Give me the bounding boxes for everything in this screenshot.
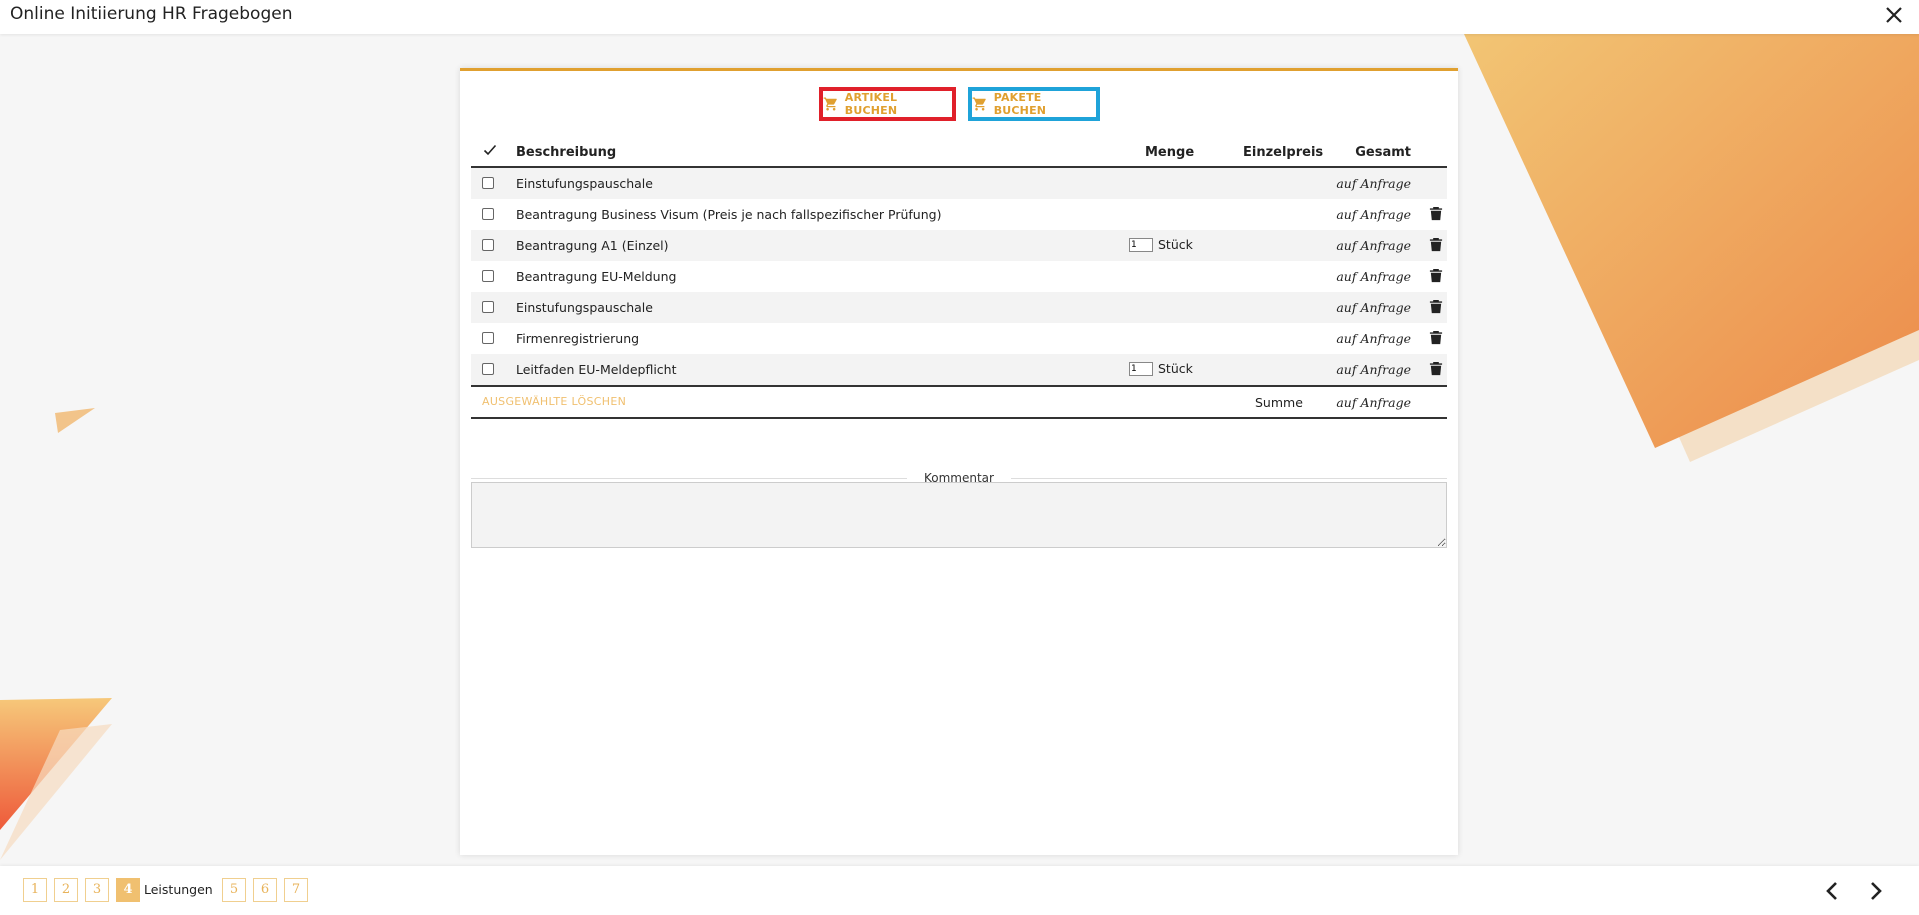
row-description: Leitfaden EU-Meldepflicht xyxy=(516,362,677,377)
row-checkbox[interactable] xyxy=(482,239,494,251)
trash-icon[interactable] xyxy=(1429,268,1443,283)
table-row: Einstufungspauschale auf Anfrage xyxy=(471,168,1447,199)
row-total: auf Anfrage xyxy=(1336,300,1411,315)
chevron-right-icon[interactable] xyxy=(1864,880,1886,902)
cart-icon xyxy=(972,97,986,111)
sum-row: AUSGEWÄHLTE LÖSCHEN Summe auf Anfrage xyxy=(471,385,1447,419)
row-total: auf Anfrage xyxy=(1336,207,1411,222)
quantity-input[interactable] xyxy=(1129,361,1153,376)
trash-icon[interactable] xyxy=(1429,299,1443,314)
row-description: Beantragung Business Visum (Preis je nac… xyxy=(516,207,942,222)
row-description: Einstufungspauschale xyxy=(516,300,653,315)
page-4-button[interactable]: 4 xyxy=(116,878,140,902)
pakete-buchen-label: PAKETE BUCHEN xyxy=(993,91,1047,117)
main-panel: ARTIKEL BUCHEN PAKETE BUCHEN Beschreibun… xyxy=(460,68,1458,855)
sum-label: Summe xyxy=(1255,395,1303,410)
header-beschreibung: Beschreibung xyxy=(516,145,617,160)
page-6-button[interactable]: 6 xyxy=(253,878,277,902)
row-description: Einstufungspauschale xyxy=(516,176,653,191)
row-total: auf Anfrage xyxy=(1336,331,1411,346)
page-5-button[interactable]: 5 xyxy=(222,878,246,902)
row-checkbox[interactable] xyxy=(482,301,494,313)
row-total: auf Anfrage xyxy=(1336,362,1411,377)
row-total: auf Anfrage xyxy=(1336,269,1411,284)
page-1-button[interactable]: 1 xyxy=(23,878,47,902)
sum-value: auf Anfrage xyxy=(1336,395,1411,410)
row-checkbox[interactable] xyxy=(482,332,494,344)
table-row: Beantragung EU-Meldung auf Anfrage xyxy=(471,261,1447,292)
close-icon[interactable] xyxy=(1883,4,1905,26)
booking-buttons: ARTIKEL BUCHEN PAKETE BUCHEN xyxy=(460,87,1458,127)
header-einzelpreis: Einzelpreis xyxy=(1243,145,1324,160)
row-unit: Stück xyxy=(1158,237,1193,252)
items-table: Beschreibung Menge Einzelpreis Gesamt Ei… xyxy=(471,136,1447,419)
trash-icon[interactable] xyxy=(1429,206,1443,221)
pakete-buchen-button[interactable]: PAKETE BUCHEN xyxy=(968,87,1100,121)
row-total: auf Anfrage xyxy=(1336,238,1411,253)
row-checkbox[interactable] xyxy=(482,208,494,220)
table-row: Beantragung A1 (Einzel) Stück auf Anfrag… xyxy=(471,230,1447,261)
table-row: Firmenregistrierung auf Anfrage xyxy=(471,323,1447,354)
cart-icon xyxy=(823,97,837,111)
artikel-buchen-button[interactable]: ARTIKEL BUCHEN xyxy=(819,87,956,121)
row-description: Beantragung EU-Meldung xyxy=(516,269,677,284)
footer-pagination: 1 2 3 4 Leistungen 5 6 7 xyxy=(0,866,1919,915)
header-menge: Menge xyxy=(1145,145,1195,160)
row-unit: Stück xyxy=(1158,361,1193,376)
quantity-input[interactable] xyxy=(1129,237,1153,252)
check-icon[interactable] xyxy=(483,143,497,157)
page-7-button[interactable]: 7 xyxy=(284,878,308,902)
delete-selected-link[interactable]: AUSGEWÄHLTE LÖSCHEN xyxy=(482,395,626,408)
table-row: Beantragung Business Visum (Preis je nac… xyxy=(471,199,1447,230)
row-checkbox[interactable] xyxy=(482,177,494,189)
active-page-label: Leistungen xyxy=(144,882,213,897)
comment-textarea[interactable] xyxy=(471,482,1447,548)
row-quantity: Stück xyxy=(1129,361,1193,376)
header-gesamt: Gesamt xyxy=(1355,145,1411,160)
row-total: auf Anfrage xyxy=(1336,176,1411,191)
table-header: Beschreibung Menge Einzelpreis Gesamt xyxy=(471,136,1447,168)
table-row: Einstufungspauschale auf Anfrage xyxy=(471,292,1447,323)
trash-icon[interactable] xyxy=(1429,361,1443,376)
row-checkbox[interactable] xyxy=(482,270,494,282)
table-row: Leitfaden EU-Meldepflicht Stück auf Anfr… xyxy=(471,354,1447,385)
row-description: Firmenregistrierung xyxy=(516,331,640,346)
title-bar: Online Initiierung HR Fragebogen xyxy=(0,0,1919,34)
page-3-button[interactable]: 3 xyxy=(85,878,109,902)
row-checkbox[interactable] xyxy=(482,363,494,375)
app-title: Online Initiierung HR Fragebogen xyxy=(10,4,293,24)
trash-icon[interactable] xyxy=(1429,330,1443,345)
row-description: Beantragung A1 (Einzel) xyxy=(516,238,669,253)
trash-icon[interactable] xyxy=(1429,237,1443,252)
chevron-left-icon[interactable] xyxy=(1822,880,1844,902)
page-2-button[interactable]: 2 xyxy=(54,878,78,902)
artikel-buchen-label: ARTIKEL BUCHEN xyxy=(844,91,898,117)
row-quantity: Stück xyxy=(1129,237,1193,252)
